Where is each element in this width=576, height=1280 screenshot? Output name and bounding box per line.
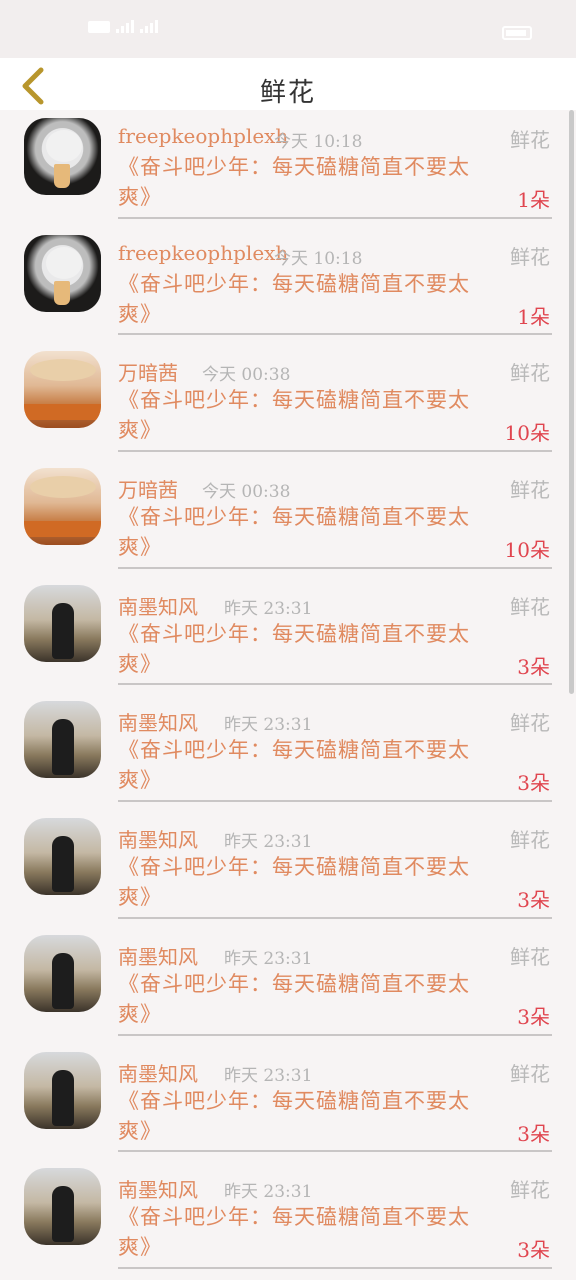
divider: [118, 800, 552, 803]
sender-name[interactable]: 南墨知风: [118, 1174, 198, 1203]
sender-name[interactable]: 南墨知风: [118, 941, 198, 970]
sender-name[interactable]: 万暗茜: [118, 474, 178, 503]
gift-type: 鲜花: [510, 828, 550, 853]
list-item[interactable]: 南墨知风 昨天 23:31 鲜花 《奋斗吧少年：每天磕糖简直不要太爽》 3朵: [0, 810, 576, 927]
gift-count: 3朵: [517, 771, 550, 796]
avatar[interactable]: [24, 234, 101, 312]
list-item[interactable]: 南墨知风 昨天 23:31 鲜花 《奋斗吧少年：每天磕糖简直不要太爽》 3朵: [0, 693, 576, 810]
divider: [118, 1150, 552, 1153]
book-title[interactable]: 《奋斗吧少年：每天磕糖简直不要太爽》: [118, 969, 486, 1029]
gift-count: 10朵: [504, 421, 550, 446]
avatar[interactable]: [24, 701, 101, 779]
timestamp: 昨天 23:31: [224, 1182, 313, 1203]
divider: [118, 1033, 552, 1036]
book-title[interactable]: 《奋斗吧少年：每天磕糖简直不要太爽》: [118, 619, 486, 679]
timestamp: 今天 10:18: [274, 132, 363, 152]
list-item[interactable]: 南墨知风 昨天 23:31 鲜花 《奋斗吧少年：每天磕糖简直不要太爽》 3朵: [0, 1160, 576, 1277]
sim-icon: [88, 20, 110, 33]
timestamp: 昨天 23:31: [224, 598, 313, 619]
gift-type: 鲜花: [510, 944, 550, 969]
avatar[interactable]: [24, 468, 101, 546]
list-item[interactable]: 南墨知风 昨天 23:31 鲜花 《奋斗吧少年：每天磕糖简直不要太爽》 3朵: [0, 927, 576, 1044]
sender-name[interactable]: 南墨知风: [118, 591, 198, 620]
avatar[interactable]: [24, 1051, 101, 1129]
book-title[interactable]: 《奋斗吧少年：每天磕糖简直不要太爽》: [118, 1202, 486, 1262]
gift-type: 鲜花: [510, 361, 550, 386]
gift-type: 鲜花: [510, 711, 550, 736]
gift-type: 鲜花: [510, 1061, 550, 1086]
signal-icon-2: [140, 20, 158, 33]
gift-type: 鲜花: [510, 128, 550, 152]
timestamp: 今天 00:38: [202, 365, 291, 386]
battery-icon: [502, 26, 532, 40]
list-item[interactable]: freepkeophplexh 今天 10:18 鲜花 《奋斗吧少年：每天磕糖简直不要…: [0, 227, 576, 344]
status-bar: [0, 0, 576, 58]
list-item[interactable]: freepkeophplexh 今天 10:18 鲜花 《奋斗吧少年：每天磕糖简直不要…: [0, 110, 576, 227]
gift-type: 鲜花: [510, 244, 550, 269]
gift-count: 1朵: [517, 304, 550, 329]
gift-count: 3朵: [517, 1004, 550, 1029]
gift-count: 10朵: [504, 538, 550, 563]
book-title[interactable]: 《奋斗吧少年：每天磕糖简直不要太爽》: [118, 269, 486, 329]
avatar[interactable]: [24, 934, 101, 1012]
timestamp: 昨天 23:31: [224, 1065, 313, 1086]
book-title[interactable]: 《奋斗吧少年：每天磕糖简直不要太爽》: [118, 735, 486, 795]
gift-list[interactable]: freepkeophplexh 今天 10:18 鲜花 《奋斗吧少年：每天磕糖简直不要…: [0, 110, 576, 1280]
gift-count: 3朵: [517, 1121, 550, 1146]
divider: [118, 683, 552, 686]
signal-icon: [116, 20, 134, 33]
sender-name[interactable]: 南墨知风: [118, 1058, 198, 1087]
sender-name[interactable]: 南墨知风: [118, 707, 198, 736]
sender-name[interactable]: 万暗茜: [118, 357, 178, 386]
book-title[interactable]: 《奋斗吧少年：每天磕糖简直不要太爽》: [118, 852, 486, 912]
header: 鲜花: [0, 58, 576, 110]
list-item[interactable]: 南墨知风 昨天 23:31 鲜花 《奋斗吧少年：每天磕糖简直不要太爽》 3朵: [0, 1044, 576, 1161]
timestamp: 今天 00:38: [202, 482, 291, 503]
gift-count: 3朵: [517, 1238, 550, 1263]
timestamp: 昨天 23:31: [224, 832, 313, 853]
divider: [118, 566, 552, 569]
timestamp: 今天 10:18: [274, 248, 363, 269]
avatar[interactable]: [24, 351, 101, 429]
divider: [118, 216, 552, 219]
book-title[interactable]: 《奋斗吧少年：每天磕糖简直不要太爽》: [118, 502, 486, 562]
timestamp: 昨天 23:31: [224, 715, 313, 736]
divider: [118, 333, 552, 336]
list-item[interactable]: 万暗茜 今天 00:38 鲜花 《奋斗吧少年：每天磕糖简直不要太爽》 10朵: [0, 343, 576, 460]
divider: [118, 916, 552, 919]
page-title: 鲜花: [259, 78, 316, 108]
status-right: [502, 26, 532, 40]
book-title[interactable]: 《奋斗吧少年：每天磕糖简直不要太爽》: [118, 385, 486, 445]
gift-type: 鲜花: [510, 594, 550, 619]
gift-type: 鲜花: [510, 1178, 550, 1203]
timestamp: 昨天 23:31: [224, 948, 313, 969]
signal-indicators: [88, 20, 158, 33]
list-item[interactable]: 南墨知风 昨天 23:31 鲜花 《奋斗吧少年：每天磕糖简直不要太爽》 3朵: [0, 577, 576, 694]
gift-count: 3朵: [517, 888, 550, 913]
divider: [118, 450, 552, 453]
sender-name[interactable]: freepkeophplexh: [118, 124, 288, 148]
list-item[interactable]: 万暗茜 今天 00:38 鲜花 《奋斗吧少年：每天磕糖简直不要太爽》 10朵: [0, 460, 576, 577]
sender-name[interactable]: 南墨知风: [118, 824, 198, 853]
sender-name[interactable]: freepkeophplexh: [118, 241, 288, 265]
avatar[interactable]: [24, 1168, 101, 1246]
gift-count: 3朵: [517, 654, 550, 679]
scrollbar[interactable]: [569, 110, 574, 694]
gift-count: 1朵: [517, 188, 550, 212]
gift-type: 鲜花: [510, 478, 550, 503]
book-title[interactable]: 《奋斗吧少年：每天磕糖简直不要太爽》: [118, 1086, 486, 1146]
avatar[interactable]: [24, 118, 101, 195]
avatar[interactable]: [24, 584, 101, 662]
book-title[interactable]: 《奋斗吧少年：每天磕糖简直不要太爽》: [118, 152, 486, 212]
avatar[interactable]: [24, 818, 101, 896]
divider: [118, 1266, 552, 1269]
